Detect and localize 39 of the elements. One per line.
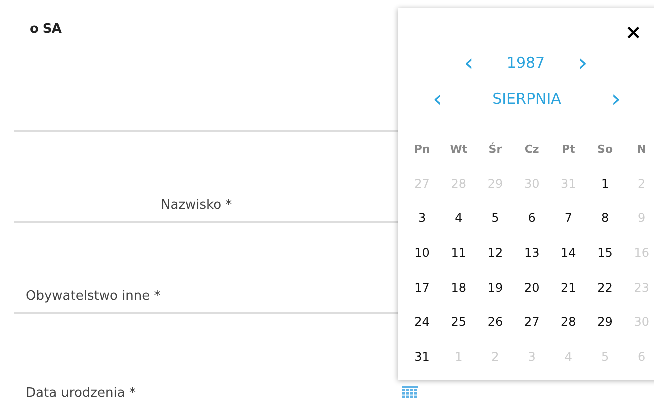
day-cell[interactable]: 20 bbox=[514, 270, 550, 305]
weekday-label: Pn bbox=[413, 142, 432, 158]
day-cell[interactable]: 24 bbox=[404, 304, 441, 340]
day-cell[interactable]: 3 bbox=[404, 201, 441, 236]
day-cell[interactable]: 28 bbox=[550, 304, 587, 340]
weekday-label: Śr bbox=[488, 142, 504, 158]
day-cell[interactable]: 14 bbox=[550, 236, 587, 270]
day-cell[interactable]: 29 bbox=[586, 304, 624, 340]
day-cell[interactable]: 6 bbox=[514, 201, 550, 236]
day-cell[interactable]: 26 bbox=[477, 304, 514, 340]
day-cell[interactable]: 10 bbox=[404, 236, 441, 270]
day-cell[interactable]: 8 bbox=[586, 201, 624, 236]
day-cell[interactable]: 31 bbox=[404, 340, 441, 374]
day-cell[interactable]: 1 bbox=[586, 166, 624, 202]
close-button[interactable]: × bbox=[619, 20, 648, 44]
day-cell[interactable]: 12 bbox=[477, 236, 514, 270]
day-cell[interactable]: 19 bbox=[477, 270, 514, 305]
day-cell[interactable]: 22 bbox=[586, 270, 624, 305]
day-cell[interactable]: 13 bbox=[514, 236, 550, 270]
section-heading: o SA bbox=[29, 21, 63, 39]
weekday-label: Pt bbox=[561, 142, 576, 158]
weekday-label: So bbox=[596, 142, 614, 158]
weekday-label: N bbox=[636, 142, 648, 158]
day-cell[interactable]: 11 bbox=[440, 236, 478, 270]
field-label: Data urodzenia * bbox=[26, 386, 136, 401]
day-cell[interactable]: 25 bbox=[440, 304, 478, 340]
day-cell[interactable]: 4 bbox=[440, 201, 478, 236]
day-cell[interactable]: 7 bbox=[550, 201, 587, 236]
day-cell[interactable]: 27 bbox=[514, 304, 550, 340]
day-cell[interactable]: 18 bbox=[440, 270, 478, 305]
day-cell[interactable]: 17 bbox=[404, 270, 441, 305]
field-label: Nazwisko * bbox=[161, 198, 232, 213]
day-cell[interactable]: 21 bbox=[550, 270, 587, 305]
weekday-label: Wt bbox=[449, 142, 469, 158]
field-label: Obywatelstwo inne * bbox=[26, 289, 161, 304]
day-cell[interactable]: 5 bbox=[477, 201, 514, 236]
day-cell[interactable]: 15 bbox=[586, 236, 624, 270]
calendar-icon[interactable] bbox=[402, 386, 418, 399]
weekday-label: Cz bbox=[524, 142, 540, 158]
